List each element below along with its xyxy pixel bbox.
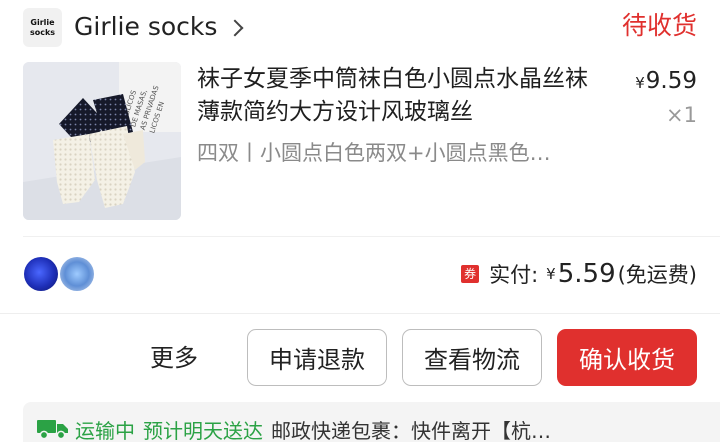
price-currency: ¥ [635,74,645,92]
shop-logo-line2: socks [29,27,56,37]
truck-icon [37,420,68,440]
logistics-status: 运输中 [75,418,135,442]
shop-logo[interactable]: Girlie socks [23,8,62,47]
refund-button[interactable]: 申请退款 [247,329,387,386]
more-button[interactable]: 更多 [150,339,198,377]
price-value: 9.59 [645,68,697,94]
payment-summary: 券 实付: ¥ 5.59 (免运费) [461,256,697,292]
divider [23,236,720,237]
product-spec: 四双丨小圆点白色两双+小圆点黑色… [197,141,551,165]
shop-logo-line1: Girlie [30,17,55,27]
confirm-receipt-button[interactable]: 确认收货 [557,329,697,386]
logistics-bar[interactable]: 运输中 预计明天送达 邮政快递包裹：快件离开【杭… [23,402,720,442]
shop-name-link[interactable]: Girlie socks [74,9,244,45]
shop-name: Girlie socks [74,12,218,41]
view-logistics-button[interactable]: 查看物流 [402,329,542,386]
participant-avatars[interactable] [24,257,104,291]
order-card: Girlie socks Girlie socks 待收货 PUBLICOS D… [0,0,720,442]
payment-label: 实付: [489,263,539,287]
payment-amount: 5.59 [557,259,616,289]
avatar [24,257,58,291]
logistics-detail: 邮政快递包裹：快件离开【杭… [271,418,551,442]
order-status: 待收货 [621,11,697,40]
product-price: ¥9.59 [635,66,697,98]
coupon-badge: 券 [461,265,480,283]
payment-currency: ¥ [546,265,556,283]
product-image: PUBLICOS DE MASAS, AS PRIVADAS LICOS EN [23,62,181,220]
payment-note: (免运费) [617,263,697,287]
chevron-right-icon [226,19,244,37]
product-quantity: ×1 [666,103,697,127]
logistics-eta: 预计明天送达 [143,418,263,442]
product-title[interactable]: 袜子女夏季中筒袜白色小圆点水晶丝袜薄款简约大方设计风玻璃丝 [197,63,607,129]
avatar [60,257,94,291]
product-thumbnail[interactable]: PUBLICOS DE MASAS, AS PRIVADAS LICOS EN [23,62,181,220]
shop-header[interactable]: Girlie socks Girlie socks 待收货 [0,0,720,54]
divider [0,313,720,314]
